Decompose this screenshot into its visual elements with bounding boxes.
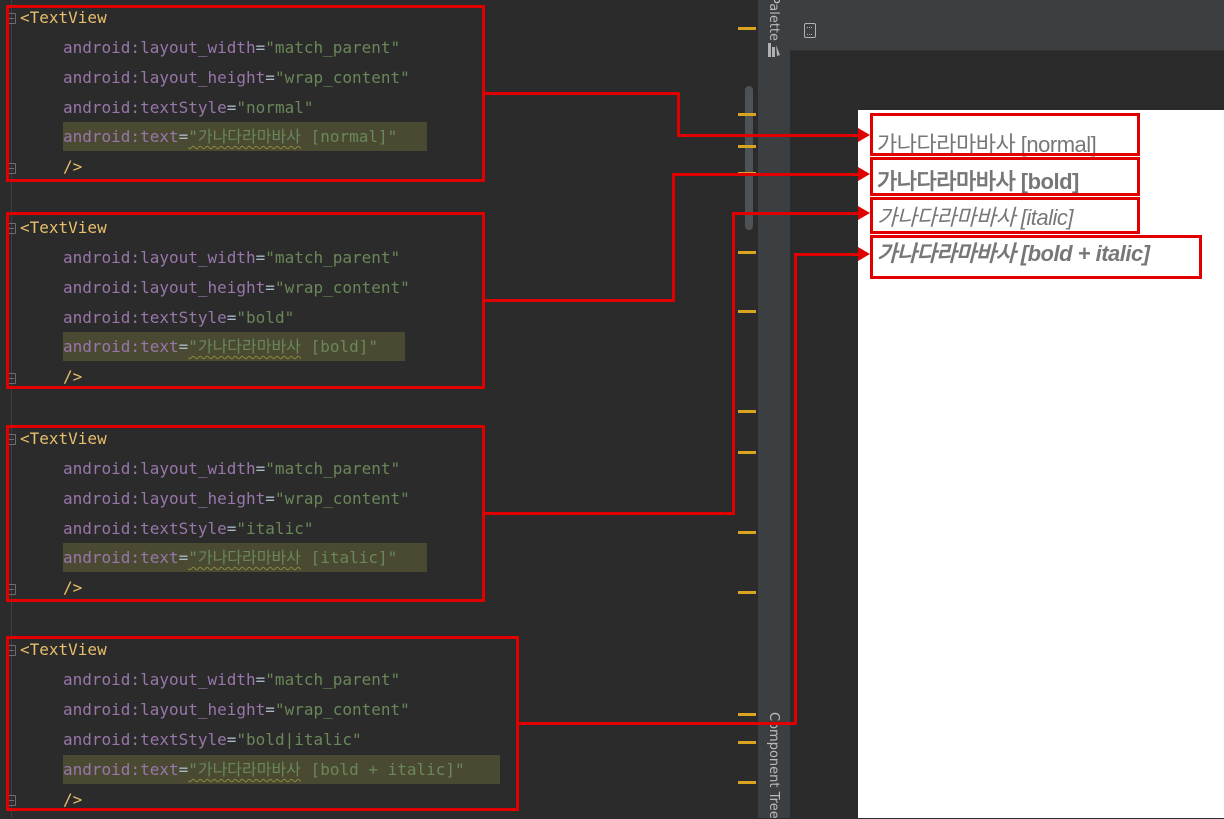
warning-marker[interactable] — [738, 113, 756, 116]
arrowhead — [858, 206, 870, 220]
scrollbar-thumb[interactable] — [745, 86, 753, 230]
arrowhead — [858, 128, 870, 142]
tool-window-strip: Palette Component Tree — [758, 0, 791, 819]
connector-italic — [732, 212, 735, 515]
warning-marker[interactable] — [738, 713, 756, 716]
annotation-box-bold-code — [6, 212, 485, 389]
warning-marker[interactable] — [738, 451, 756, 454]
connector-bold — [672, 173, 675, 302]
palette-icon[interactable] — [768, 42, 780, 57]
preview-top-bar — [790, 0, 1224, 12]
palette-tab[interactable]: Palette — [766, 0, 781, 41]
warning-marker[interactable] — [738, 251, 756, 254]
annotation-box-normal-preview — [870, 113, 1140, 156]
warning-marker[interactable] — [738, 591, 756, 594]
warning-marker[interactable] — [738, 145, 756, 148]
warning-marker[interactable] — [738, 781, 756, 784]
warning-marker[interactable] — [738, 310, 756, 313]
connector-italic — [732, 212, 861, 215]
annotation-box-normal-code — [6, 5, 485, 182]
connector-normal — [677, 134, 861, 137]
arrowhead — [858, 167, 870, 181]
warning-marker[interactable] — [738, 410, 756, 413]
connector-normal — [677, 92, 680, 137]
connector-bold-italic — [794, 253, 861, 256]
arrowhead — [858, 247, 870, 261]
annotation-box-italic-code — [6, 425, 485, 602]
connector-bold-italic — [519, 722, 797, 725]
preview-toolbar — [790, 12, 1224, 51]
annotation-box-bold-italic-code — [6, 636, 519, 811]
design-surface-icon[interactable] — [804, 23, 816, 38]
warning-marker[interactable] — [738, 27, 756, 30]
annotation-box-bold-preview — [870, 157, 1140, 196]
connector-bold-italic — [794, 253, 797, 725]
annotation-box-italic-preview — [870, 197, 1140, 234]
warning-marker[interactable] — [738, 531, 756, 534]
connector-italic — [485, 512, 735, 515]
connector-bold — [672, 173, 861, 176]
connector-bold — [485, 299, 675, 302]
connector-normal — [485, 92, 680, 95]
component-tree-tab[interactable]: Component Tree — [766, 712, 781, 819]
warning-marker[interactable] — [738, 741, 756, 744]
annotation-box-bold-italic-preview — [870, 235, 1202, 279]
